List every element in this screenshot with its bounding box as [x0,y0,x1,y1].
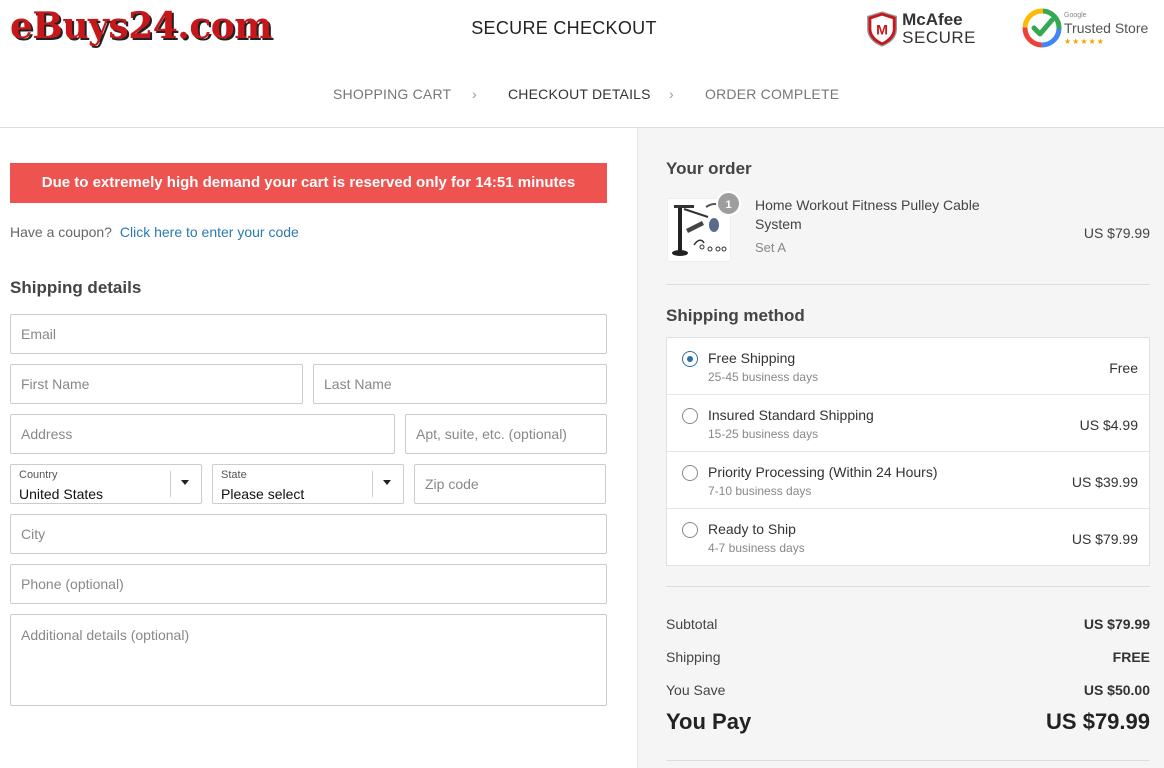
select-divider [170,471,171,497]
shipping-option-days: 15-25 business days [708,427,819,441]
trusted-store-badge: Google Trusted Store ★★★★★ [1022,6,1162,50]
last-name-placeholder: Last Name [324,376,392,392]
you-save-label: You Save [666,682,726,698]
shipping-option-insured-standard[interactable]: Insured Standard Shipping 15-25 business… [667,395,1149,452]
radio-icon[interactable] [682,522,698,538]
checkout-steps: SHOPPING CART › CHECKOUT DETAILS › ORDER… [0,86,1164,106]
mcafee-label: McAfee [902,10,963,29]
mcafee-secure-label: SECURE [902,28,976,47]
radio-icon[interactable] [682,408,698,424]
step-checkout-details: CHECKOUT DETAILS [508,86,651,102]
subtotal-label: Subtotal [666,616,718,632]
chevron-right-icon: › [472,86,477,102]
product-price: US $79.99 [1083,225,1150,241]
trusted-store-label: Trusted Store [1064,19,1149,36]
shipping-value: FREE [1112,649,1150,665]
mcafee-shield-icon: M [867,11,898,47]
step-shopping-cart[interactable]: SHOPPING CART [333,86,451,102]
zip-field[interactable]: Zip code [414,464,606,504]
chevron-right-icon: › [669,86,674,102]
phone-field[interactable]: Phone (optional) [10,564,607,604]
last-name-field[interactable]: Last Name [313,364,607,404]
shipping-method-title: Shipping method [666,306,805,325]
country-label: Country [19,469,58,481]
shipping-option-free[interactable]: Free Shipping 25-45 business days Free [667,338,1149,395]
caret-down-icon [383,480,391,485]
shipping-option-name: Priority Processing (Within 24 Hours) [708,464,938,480]
email-field[interactable]: Email [10,314,607,354]
shipping-option-price: US $4.99 [1079,417,1138,433]
shipping-option-name: Insured Standard Shipping [708,407,874,423]
shipping-option-days: 25-45 business days [708,370,819,384]
state-select[interactable]: State Please select [212,464,404,504]
zip-placeholder: Zip code [425,476,479,492]
country-select[interactable]: Country United States [10,464,202,504]
shipping-option-ready-to-ship[interactable]: Ready to Ship 4-7 business days US $79.9… [667,509,1149,566]
city-field[interactable]: City [10,514,607,554]
you-pay-value: US $79.99 [1046,709,1150,734]
shipping-option-price: Free [1109,360,1138,376]
radio-icon[interactable] [682,465,698,481]
shipping-option-days: 4-7 business days [708,541,805,555]
coupon-row: Have a coupon? Click here to enter your … [10,224,299,240]
divider [666,586,1150,587]
shipping-option-name: Free Shipping [708,350,796,366]
shipping-option-price: US $39.99 [1071,474,1138,490]
google-check-icon [1022,8,1062,48]
caret-down-icon [181,480,189,485]
shipping-option-priority[interactable]: Priority Processing (Within 24 Hours) 7-… [667,452,1149,509]
shipping-label: Shipping [666,649,721,665]
svg-text:M: M [876,22,888,38]
apt-field[interactable]: Apt, suite, etc. (optional) [405,414,607,454]
you-save-value: US $50.00 [1083,682,1150,698]
coupon-link[interactable]: Click here to enter your code [120,224,299,240]
phone-placeholder: Phone (optional) [21,576,124,592]
shipping-details-title: Shipping details [10,278,142,297]
country-value: United States [19,486,104,502]
email-placeholder: Email [21,326,57,342]
state-value: Please select [221,486,305,502]
state-label: State [221,469,247,481]
select-divider [372,471,373,497]
step-order-complete: ORDER COMPLETE [705,86,840,102]
shipping-option-price: US $79.99 [1071,531,1138,547]
your-order-title: Your order [666,159,752,178]
radio-selected-icon[interactable] [682,351,698,367]
you-pay-label: You Pay [666,709,752,734]
shipping-method-list: Free Shipping 25-45 business days Free I… [666,337,1150,566]
cart-reserved-banner: Due to extremely high demand your cart i… [10,163,607,203]
product-name: Home Workout Fitness Pulley Cable System [755,197,980,232]
quantity-badge: 1 [716,191,741,216]
rating-stars: ★★★★★ [1064,36,1105,46]
product-variant: Set A [755,240,787,255]
mcafee-secure-badge: M McAfee SECURE [866,8,976,50]
divider [666,760,1150,761]
first-name-field[interactable]: First Name [10,364,303,404]
shipping-option-days: 7-10 business days [708,484,812,498]
subtotal-value: US $79.99 [1083,616,1150,632]
address-field[interactable]: Address [10,414,395,454]
city-placeholder: City [21,526,46,542]
additional-details-textarea[interactable]: Additional details (optional) [10,614,607,706]
coupon-prompt: Have a coupon? [10,224,112,240]
divider [666,284,1150,285]
shipping-option-name: Ready to Ship [708,521,796,537]
apt-placeholder: Apt, suite, etc. (optional) [416,426,567,442]
first-name-placeholder: First Name [21,376,90,392]
address-placeholder: Address [21,426,73,442]
additional-details-placeholder: Additional details (optional) [21,627,190,643]
